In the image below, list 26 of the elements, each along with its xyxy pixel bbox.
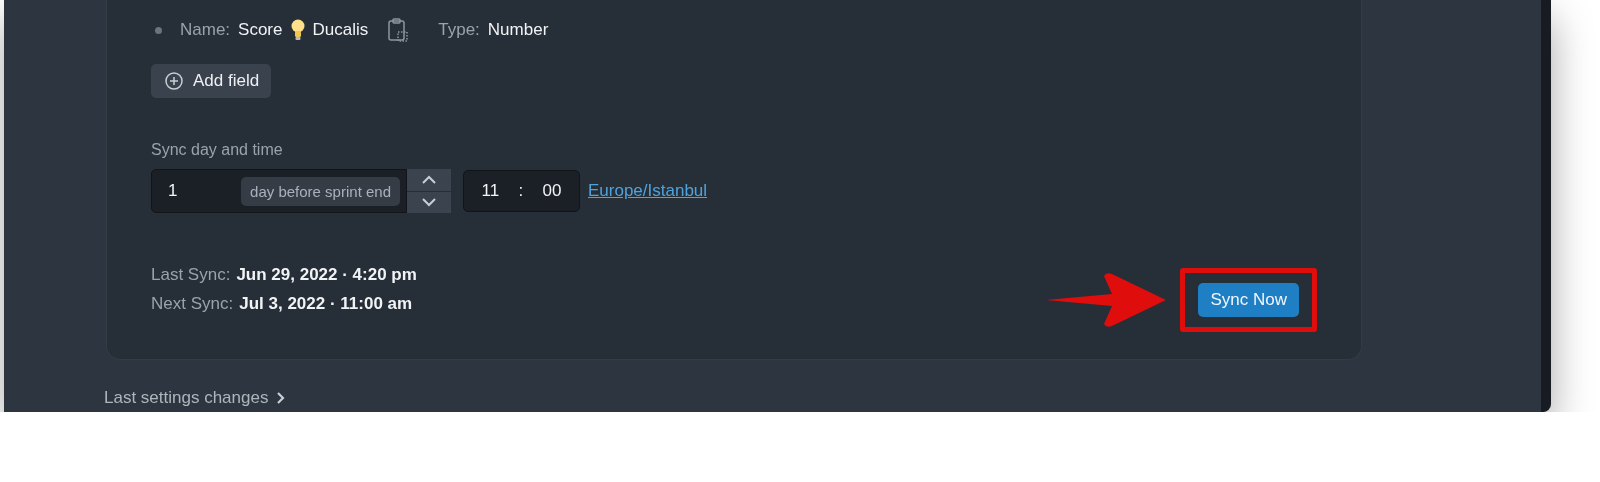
field-name: Score xyxy=(238,20,283,40)
field-name: Ducalis xyxy=(312,20,369,40)
chevron-right-icon xyxy=(276,391,286,405)
add-field-button[interactable]: Add field xyxy=(151,64,272,98)
days-input[interactable]: 1 xyxy=(166,180,210,202)
field-label: Name: xyxy=(180,20,231,40)
lightbulb-icon xyxy=(290,19,305,41)
unit-label: day before sprint end xyxy=(241,176,400,206)
chevron-up-icon xyxy=(421,174,437,185)
sync-label: Last Sync: xyxy=(151,265,231,285)
chevron-down-icon xyxy=(421,197,437,208)
clipboard-icon[interactable] xyxy=(388,18,409,42)
settings-changes-link[interactable]: Last settings changes xyxy=(104,388,286,408)
sync-now-button[interactable]: Sync Now xyxy=(1198,283,1299,317)
plus-circle-icon xyxy=(165,72,183,90)
timezone-link[interactable]: Europe/Istanbul xyxy=(588,181,708,201)
type-value: Number xyxy=(487,20,549,40)
type-label: Type: xyxy=(438,20,480,40)
increment-button[interactable] xyxy=(407,169,451,191)
bullet-icon xyxy=(155,26,162,34)
section-label: Sync day and time xyxy=(151,141,284,159)
sync-date: Jul 3, 2022 · 11:00 am xyxy=(239,294,413,314)
decrement-button[interactable] xyxy=(407,191,451,213)
sync-label: Next Sync: xyxy=(151,294,234,314)
time-field[interactable]: 11 : 00 xyxy=(463,170,580,212)
sync-date: Jun 29, 2022 · 4:20 pm xyxy=(236,265,417,285)
